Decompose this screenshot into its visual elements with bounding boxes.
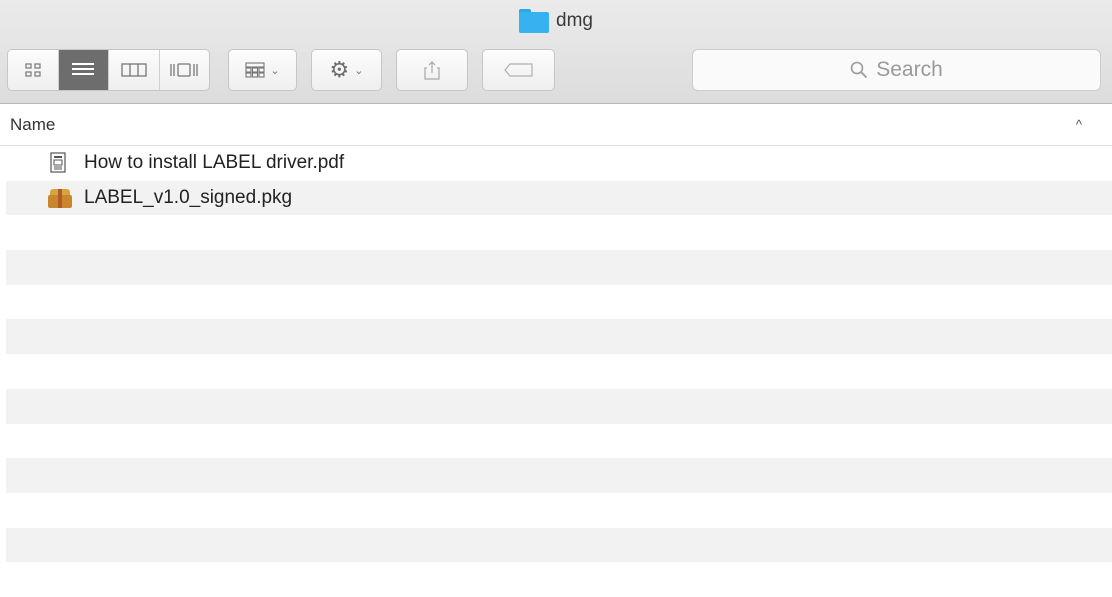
empty-row bbox=[6, 215, 1112, 250]
list-item[interactable]: LABEL_v1.0_signed.pkg bbox=[6, 180, 1112, 216]
column-header-row: Name ^ bbox=[0, 104, 1112, 146]
search-placeholder: Search bbox=[876, 58, 943, 81]
edit-tags-button[interactable] bbox=[482, 49, 555, 91]
file-list: How to install LABEL driver.pdf LABEL_v1… bbox=[6, 146, 1112, 597]
empty-row bbox=[6, 562, 1112, 597]
arrange-grid-icon bbox=[245, 62, 265, 78]
icon-view-button[interactable] bbox=[8, 50, 59, 90]
empty-row bbox=[6, 388, 1112, 424]
package-icon bbox=[48, 187, 72, 209]
finder-toolbar: dmg ⌄ ⚙ ⌄ Search bbox=[0, 0, 1112, 104]
gear-icon: ⚙ bbox=[329, 57, 350, 82]
window-title-text: dmg bbox=[556, 10, 593, 31]
search-icon bbox=[850, 61, 868, 79]
sort-ascending-icon[interactable]: ^ bbox=[1076, 117, 1082, 132]
file-name: How to install LABEL driver.pdf bbox=[84, 152, 345, 174]
empty-row bbox=[6, 424, 1112, 459]
window-title: dmg bbox=[0, 9, 1112, 33]
tag-icon bbox=[503, 63, 533, 77]
cover-flow-icon bbox=[170, 63, 198, 77]
folder-icon bbox=[519, 9, 550, 33]
name-column-header[interactable]: Name bbox=[10, 115, 55, 135]
cover-flow-view-button[interactable] bbox=[160, 50, 210, 90]
chevron-down-icon: ⌄ bbox=[270, 64, 280, 77]
empty-row bbox=[6, 527, 1112, 563]
view-mode-control bbox=[7, 49, 210, 91]
chevron-down-icon: ⌄ bbox=[354, 64, 364, 77]
list-item[interactable]: How to install LABEL driver.pdf bbox=[6, 146, 1112, 181]
empty-row bbox=[6, 354, 1112, 389]
file-name: LABEL_v1.0_signed.pkg bbox=[84, 187, 293, 209]
list-view-icon bbox=[72, 63, 95, 75]
empty-row bbox=[6, 250, 1112, 285]
column-view-icon bbox=[121, 63, 147, 77]
empty-row bbox=[6, 319, 1112, 355]
search-field[interactable]: Search bbox=[692, 49, 1101, 91]
pdf-document-icon bbox=[48, 152, 72, 174]
empty-row bbox=[6, 458, 1112, 493]
empty-row bbox=[6, 285, 1112, 320]
share-icon bbox=[424, 61, 440, 80]
share-button[interactable] bbox=[396, 49, 468, 91]
list-view-button[interactable] bbox=[58, 50, 109, 90]
action-button[interactable]: ⚙ ⌄ bbox=[311, 49, 382, 91]
icon-view-icon bbox=[25, 63, 41, 77]
arrange-button[interactable]: ⌄ bbox=[228, 49, 297, 91]
empty-row bbox=[6, 493, 1112, 528]
column-view-button[interactable] bbox=[109, 50, 160, 90]
